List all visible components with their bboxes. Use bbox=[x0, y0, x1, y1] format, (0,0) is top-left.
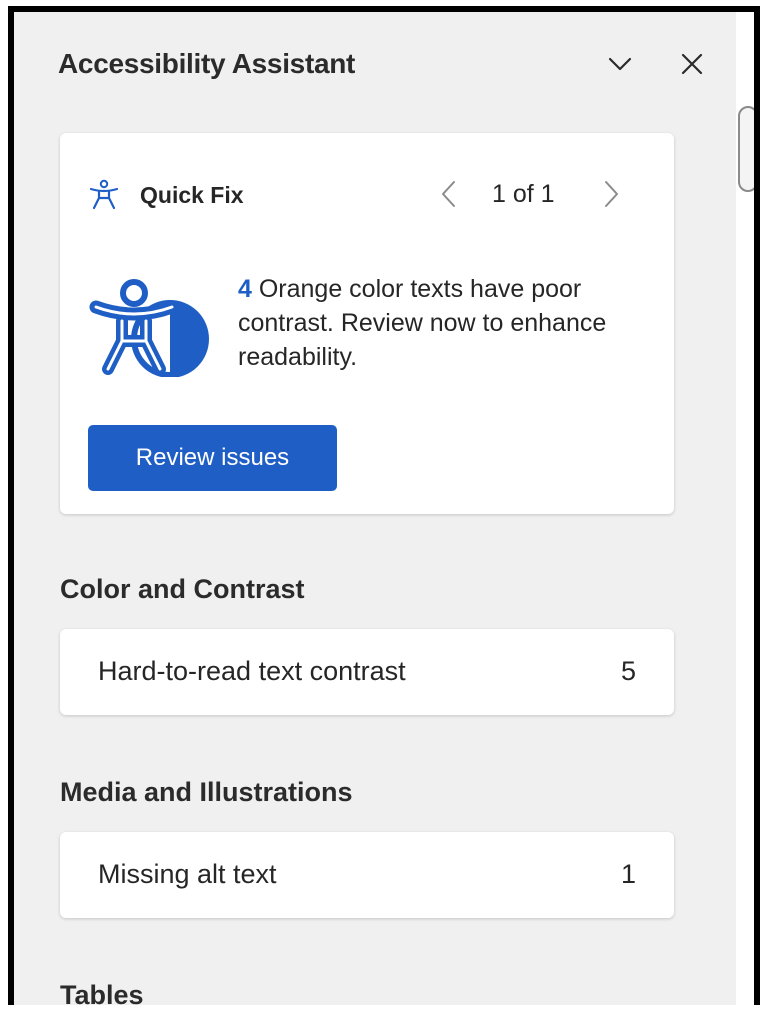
next-fix-button[interactable] bbox=[596, 177, 626, 211]
issue-label: Missing alt text bbox=[98, 859, 277, 889]
issue-label: Hard-to-read text contrast bbox=[98, 656, 406, 686]
section-heading-color-contrast: Color and Contrast bbox=[60, 574, 305, 604]
accessibility-pane: Accessibility Assistant Quick Fix 1 of 1… bbox=[8, 6, 760, 1005]
chevron-down-icon bbox=[608, 57, 632, 71]
review-issues-button[interactable]: Review issues bbox=[88, 425, 337, 491]
pane-title: Accessibility Assistant bbox=[58, 48, 356, 79]
scrollbar-thumb[interactable] bbox=[738, 106, 754, 192]
quick-fix-message: Orange color texts have poor contrast. R… bbox=[238, 275, 607, 371]
accessibility-contrast-illustration bbox=[89, 279, 209, 377]
accessibility-person-icon bbox=[89, 179, 119, 210]
previous-fix-button[interactable] bbox=[434, 177, 464, 211]
quick-fix-card: Quick Fix 1 of 1 4 Orange color texts ha… bbox=[60, 133, 674, 514]
issue-count: 5 bbox=[620, 656, 636, 686]
pane-header: Accessibility Assistant bbox=[14, 12, 754, 114]
chevron-left-icon bbox=[442, 181, 455, 207]
quick-fix-description: 4 Orange color texts have poor contrast.… bbox=[238, 272, 638, 374]
issue-count: 1 bbox=[620, 859, 636, 889]
section-heading-tables: Tables bbox=[60, 980, 144, 1005]
issue-item-text-contrast[interactable]: Hard-to-read text contrast 5 bbox=[60, 629, 674, 715]
issue-item-missing-alt-text[interactable]: Missing alt text 1 bbox=[60, 832, 674, 918]
chevron-right-icon bbox=[605, 181, 618, 207]
quick-fix-label: Quick Fix bbox=[140, 182, 244, 208]
pager-status: 1 of 1 bbox=[492, 180, 555, 208]
close-icon bbox=[681, 53, 703, 75]
section-heading-media-illustrations: Media and Illustrations bbox=[60, 777, 353, 807]
collapse-button[interactable] bbox=[602, 46, 638, 82]
issue-count-highlight: 4 bbox=[238, 275, 252, 303]
close-pane-button[interactable] bbox=[674, 46, 710, 82]
